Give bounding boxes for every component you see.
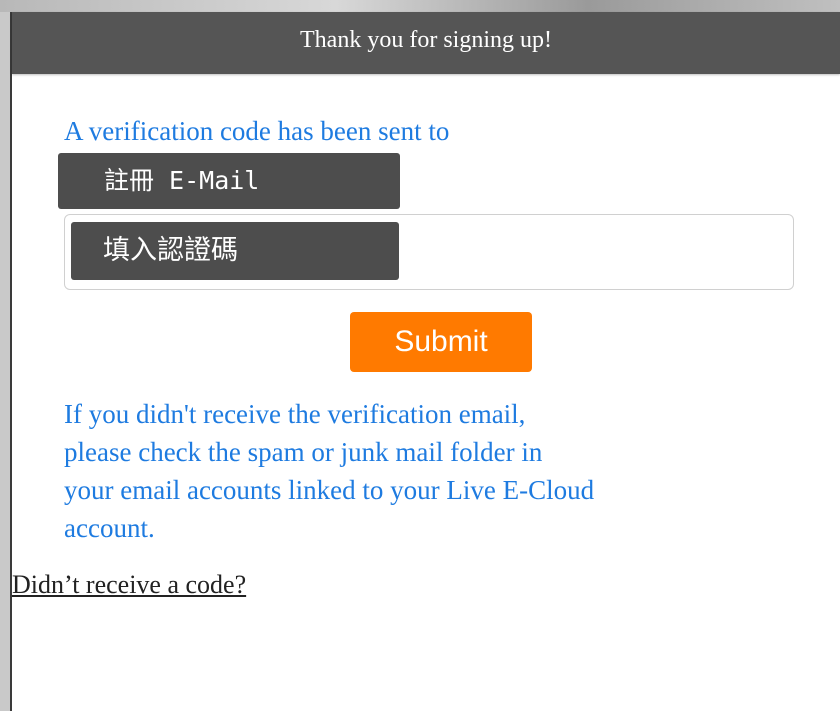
help-line: If you didn't receive the verification e… <box>64 399 526 429</box>
background-strip <box>0 0 840 12</box>
help-message: If you didn't receive the verification e… <box>64 395 744 547</box>
help-line: please check the spam or junk mail folde… <box>64 437 543 467</box>
dialog-header: Thank you for signing up! <box>12 12 840 74</box>
help-line: account. <box>64 513 155 543</box>
registered-email-label: 註冊 E-Mail <box>58 153 400 209</box>
code-sent-message: A verification code has been sent to <box>64 116 450 146</box>
submit-button[interactable]: Submit <box>350 312 532 372</box>
dialog-title: Thank you for signing up! <box>300 27 552 53</box>
help-line: your email accounts linked to your Live … <box>64 475 595 505</box>
verification-code-input[interactable]: 填入認證碼 <box>64 214 794 290</box>
verification-code-placeholder: 填入認證碼 <box>71 222 399 280</box>
resend-code-link[interactable]: Didn’t receive a code? <box>12 570 246 600</box>
verification-dialog: Thank you for signing up! A verification… <box>10 12 840 711</box>
